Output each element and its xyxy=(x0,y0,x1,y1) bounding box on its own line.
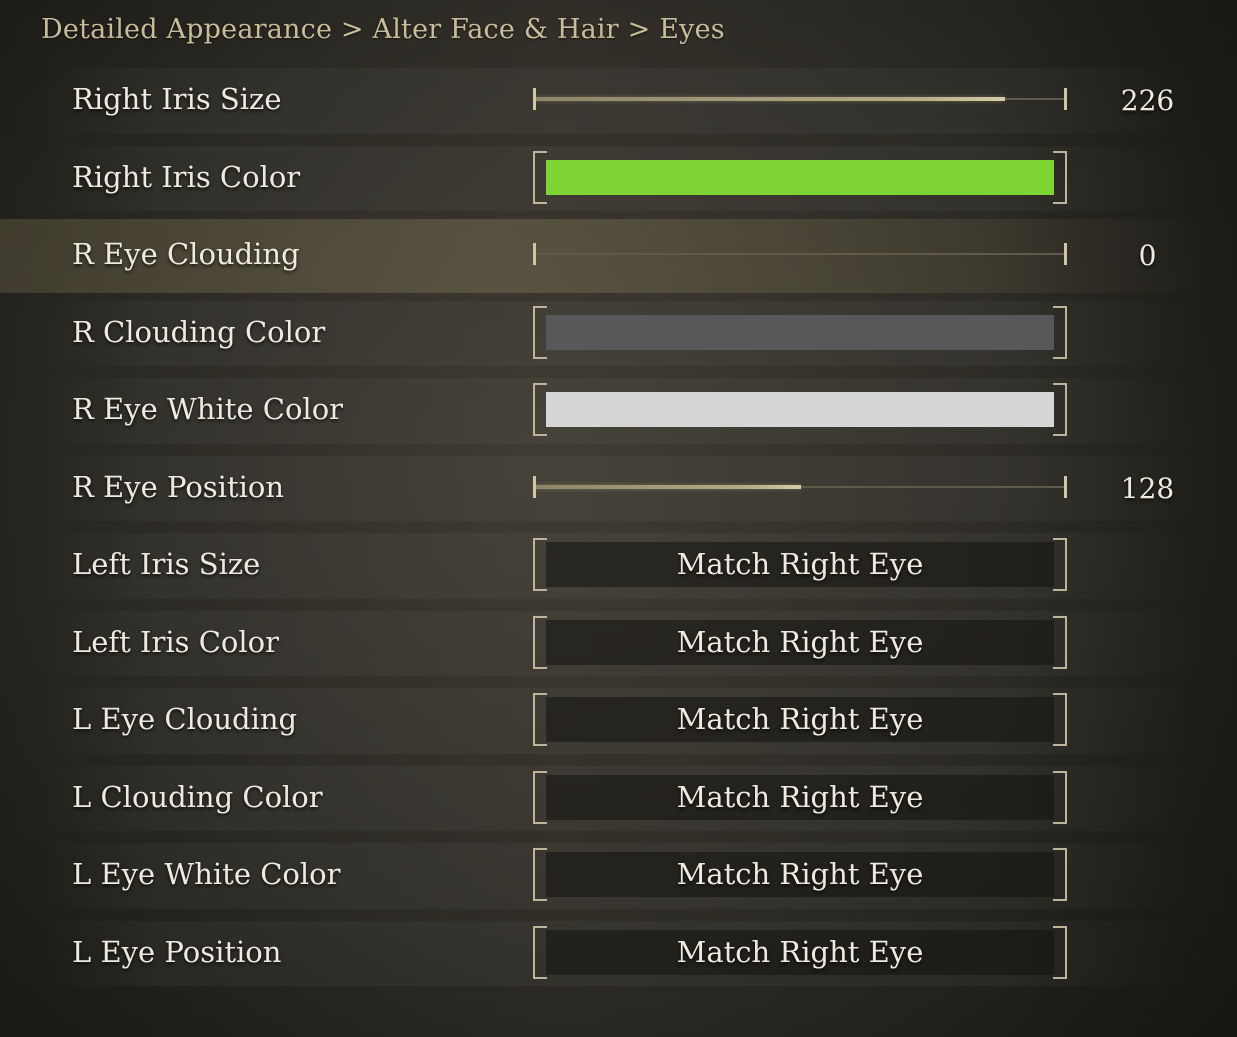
r-eye-clouding-slider[interactable] xyxy=(533,243,1067,265)
row-l-eye-clouding[interactable]: L Eye Clouding Match Right Eye xyxy=(0,682,1237,760)
color-swatch xyxy=(546,314,1054,350)
row-label: Right Iris Size xyxy=(72,82,282,116)
row-l-eye-position[interactable]: L Eye Position Match Right Eye xyxy=(0,915,1237,993)
row-l-clouding-color[interactable]: L Clouding Color Match Right Eye xyxy=(0,760,1237,838)
match-right-eye-button[interactable]: Match Right Eye xyxy=(533,615,1067,669)
row-label: R Eye Position xyxy=(72,469,285,504)
slider-cap-right xyxy=(1064,243,1067,265)
button-label: Match Right Eye xyxy=(546,619,1054,665)
slider-value: 0 xyxy=(1138,239,1157,272)
row-right-iris-size[interactable]: Right Iris Size 226 xyxy=(0,62,1237,140)
r-eye-position-slider[interactable] xyxy=(533,475,1067,498)
row-r-eye-position[interactable]: R Eye Position 128 xyxy=(0,450,1237,528)
button-label: Match Right Eye xyxy=(546,697,1054,742)
slider-cap-right xyxy=(1064,475,1067,498)
color-swatch xyxy=(546,159,1054,195)
match-right-eye-button[interactable]: Match Right Eye xyxy=(533,538,1067,591)
settings-list: Right Iris Size 226 Right Iris Color R E… xyxy=(0,62,1237,992)
match-right-eye-button[interactable]: Match Right Eye xyxy=(533,925,1067,979)
row-l-eye-white-color[interactable]: L Eye White Color Match Right Eye xyxy=(0,837,1237,915)
slider-fill xyxy=(535,484,801,489)
slider-value: 226 xyxy=(1120,84,1175,117)
row-r-eye-white-color[interactable]: R Eye White Color xyxy=(0,372,1237,450)
row-label: R Eye White Color xyxy=(72,392,344,426)
color-picker[interactable] xyxy=(533,383,1067,436)
row-left-iris-color[interactable]: Left Iris Color Match Right Eye xyxy=(0,605,1237,683)
slider-value: 128 xyxy=(1120,471,1175,505)
button-label: Match Right Eye xyxy=(546,774,1054,820)
row-left-iris-size[interactable]: Left Iris Size Match Right Eye xyxy=(0,527,1237,605)
row-label: L Clouding Color xyxy=(72,779,323,814)
match-right-eye-button[interactable]: Match Right Eye xyxy=(533,848,1067,901)
slider-track xyxy=(535,253,1065,255)
row-label: R Clouding Color xyxy=(72,314,326,349)
slider-fill xyxy=(535,97,1005,101)
color-picker[interactable] xyxy=(533,305,1067,359)
row-label: R Eye Clouding xyxy=(72,237,300,271)
color-swatch xyxy=(546,392,1054,427)
row-label: L Eye White Color xyxy=(72,857,341,891)
button-label: Match Right Eye xyxy=(546,929,1054,975)
slider-cap-left xyxy=(533,243,536,265)
breadcrumb: Detailed Appearance > Alter Face & Hair … xyxy=(41,14,725,45)
match-right-eye-button[interactable]: Match Right Eye xyxy=(533,770,1067,824)
row-label: Left Iris Size xyxy=(72,547,261,581)
row-label: L Eye Clouding xyxy=(72,702,298,736)
right-iris-size-slider[interactable] xyxy=(533,88,1067,110)
button-label: Match Right Eye xyxy=(546,852,1054,897)
row-r-eye-clouding[interactable]: R Eye Clouding 0 xyxy=(0,217,1237,295)
row-right-iris-color[interactable]: Right Iris Color xyxy=(0,140,1237,218)
slider-cap-right xyxy=(1064,88,1067,110)
row-label: Left Iris Color xyxy=(72,624,279,659)
row-label: Right Iris Color xyxy=(72,159,301,194)
color-picker[interactable] xyxy=(533,150,1067,204)
slider-cap-left xyxy=(533,475,536,498)
row-label: L Eye Position xyxy=(72,934,282,969)
row-r-clouding-color[interactable]: R Clouding Color xyxy=(0,295,1237,373)
match-right-eye-button[interactable]: Match Right Eye xyxy=(533,693,1067,746)
button-label: Match Right Eye xyxy=(546,542,1054,587)
slider-cap-left xyxy=(533,88,536,110)
